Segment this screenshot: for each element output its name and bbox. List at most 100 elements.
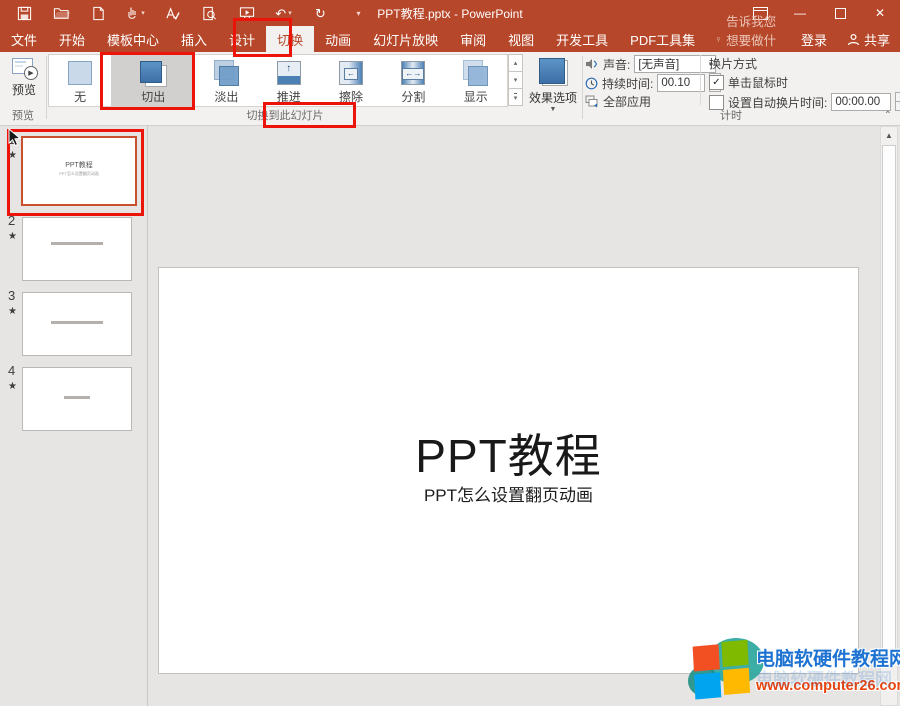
slide-thumbnail-2[interactable] bbox=[22, 217, 132, 281]
effect-options-icon bbox=[537, 57, 569, 87]
slide-number: 2 bbox=[8, 213, 15, 228]
transition-fade[interactable]: 淡出 bbox=[195, 55, 257, 106]
collapse-ribbon-icon[interactable]: ⌃ bbox=[884, 110, 892, 121]
tab-review[interactable]: 审阅 bbox=[449, 26, 497, 52]
transition-reveal-icon bbox=[461, 60, 491, 87]
maximize-icon[interactable] bbox=[820, 0, 860, 26]
gallery-scroll-up-icon[interactable]: ▴ bbox=[508, 54, 523, 72]
slide-number: 1 bbox=[8, 132, 15, 147]
tab-slideshow[interactable]: 幻灯片放映 bbox=[362, 26, 449, 52]
on-mouse-click-label: 单击鼠标时 bbox=[728, 74, 788, 91]
transition-star-icon: ★ bbox=[8, 150, 17, 161]
vertical-scrollbar[interactable]: ▲ bbox=[880, 126, 898, 706]
slide-title[interactable]: PPT教程 bbox=[159, 420, 858, 486]
slide-thumbnail-panel: 1 ★ PPT教程 PPT怎么设置翻页动画 2 ★ 3 ★ 4 ★ bbox=[0, 126, 147, 706]
undo-icon[interactable]: ↶▾ bbox=[265, 1, 302, 25]
transition-push[interactable]: ↑ 推进 bbox=[258, 55, 320, 106]
redo-icon[interactable]: ↻ bbox=[302, 1, 339, 25]
ribbon-tab-row: 文件 开始 模板中心 插入 设计 切换 动画 幻灯片放映 审阅 视图 开发工具 … bbox=[0, 26, 900, 52]
transition-star-icon: ★ bbox=[8, 306, 17, 317]
thumbnail-text-line bbox=[64, 396, 90, 399]
tab-developer[interactable]: 开发工具 bbox=[545, 26, 619, 52]
tab-view[interactable]: 视图 bbox=[497, 26, 545, 52]
person-icon bbox=[847, 33, 860, 46]
save-icon[interactable] bbox=[6, 1, 43, 25]
clock-icon bbox=[585, 77, 598, 90]
timing-group: 声音: [无声音]▾ 持续时间: 00.10 ▲▼ 全部应用 换片方式 ✓ 单击… bbox=[585, 55, 877, 105]
on-mouse-click-checkbox[interactable]: ✓ bbox=[709, 75, 724, 90]
share-button[interactable]: 共享 bbox=[837, 30, 900, 49]
open-icon[interactable] bbox=[43, 1, 80, 25]
spelling-icon[interactable] bbox=[154, 1, 191, 25]
slide-number: 3 bbox=[8, 288, 15, 303]
tab-insert[interactable]: 插入 bbox=[170, 26, 218, 52]
tab-transitions[interactable]: 切换 bbox=[266, 26, 314, 52]
gallery-more-icon[interactable]: ▾ bbox=[508, 88, 523, 106]
dropdown-arrow-icon: ▼ bbox=[550, 106, 557, 113]
watermark-site-name-reflection: 电脑软硬件教程网 bbox=[756, 665, 898, 690]
dropdown-arrow-icon: ▾ bbox=[288, 9, 292, 17]
site-watermark: 电脑软硬件教程网 电脑软硬件教程网 www.computer26.com bbox=[690, 642, 898, 704]
sign-in-button[interactable]: 登录 bbox=[791, 30, 837, 49]
tab-file[interactable]: 文件 bbox=[0, 26, 48, 52]
slide-subtitle[interactable]: PPT怎么设置翻页动画 bbox=[159, 481, 858, 506]
tell-me-box[interactable]: 告诉我您想要做什么... bbox=[706, 26, 791, 52]
duration-input[interactable]: 00.10 bbox=[657, 74, 705, 92]
slide-thumbnail-1[interactable]: PPT教程 PPT怎么设置翻页动画 bbox=[21, 136, 137, 206]
panel-divider[interactable] bbox=[147, 126, 148, 706]
duration-label: 持续时间: bbox=[602, 75, 653, 92]
advance-slide-header: 换片方式 bbox=[709, 55, 757, 72]
transition-split-icon: ←→ bbox=[398, 60, 428, 87]
workspace: 1 ★ PPT教程 PPT怎么设置翻页动画 2 ★ 3 ★ 4 ★ PPT教程 … bbox=[0, 126, 900, 706]
thumbnail-text-line bbox=[51, 321, 103, 324]
windows-logo-icon bbox=[693, 642, 754, 703]
dropdown-arrow-icon: ▾ bbox=[141, 9, 145, 17]
group-label-timing: 计时 bbox=[585, 107, 877, 123]
transition-cut[interactable]: 切出 bbox=[111, 55, 195, 106]
sound-icon bbox=[585, 58, 599, 70]
tab-home[interactable]: 开始 bbox=[48, 26, 96, 52]
group-label-transition: 切换到此幻灯片 bbox=[48, 107, 522, 123]
new-file-icon[interactable] bbox=[80, 1, 117, 25]
transition-star-icon: ★ bbox=[8, 381, 17, 392]
preview-button[interactable]: ▶ 预览 bbox=[2, 54, 46, 104]
tab-pdf-tools[interactable]: PDF工具集 bbox=[619, 26, 706, 52]
transition-reveal[interactable]: 显示 bbox=[445, 55, 507, 106]
slide-thumbnail-3[interactable] bbox=[22, 292, 132, 356]
group-label-preview: 预览 bbox=[0, 107, 46, 123]
tab-design[interactable]: 设计 bbox=[218, 26, 266, 52]
transition-push-icon: ↑ bbox=[274, 60, 304, 87]
customize-qat-icon[interactable]: ▾ bbox=[339, 1, 376, 25]
transition-none[interactable]: 无 bbox=[49, 55, 111, 106]
transition-fade-icon bbox=[211, 60, 241, 87]
sound-select[interactable]: [无声音]▾ bbox=[634, 55, 716, 73]
transition-wipe[interactable]: ← 擦除 bbox=[320, 55, 382, 106]
minimize-icon[interactable]: — bbox=[780, 0, 820, 26]
transition-star-icon: ★ bbox=[8, 231, 17, 242]
tab-template-center[interactable]: 模板中心 bbox=[96, 26, 170, 52]
slide-number: 4 bbox=[8, 363, 15, 378]
slide-thumbnail-4[interactable] bbox=[22, 367, 132, 431]
scrollbar-thumb[interactable] bbox=[882, 145, 896, 661]
preview-icon: ▶ bbox=[12, 58, 36, 78]
gallery-scroll-down-icon[interactable]: ▾ bbox=[508, 71, 523, 89]
sound-label: 声音: bbox=[603, 56, 630, 73]
print-preview-icon[interactable] bbox=[191, 1, 228, 25]
thumbnail-text-line bbox=[51, 242, 103, 245]
start-slideshow-icon[interactable] bbox=[228, 1, 265, 25]
transition-none-icon bbox=[65, 60, 95, 87]
scroll-up-icon[interactable]: ▲ bbox=[881, 127, 897, 143]
lightbulb-icon bbox=[716, 33, 721, 46]
transition-gallery: 无 切出 淡出 ↑ 推进 ← 擦除 ←→ 分割 显示 bbox=[48, 54, 508, 107]
effect-options-button[interactable]: 效果选项 ▼ bbox=[527, 54, 579, 114]
auto-advance-spinner[interactable]: ▲▼ bbox=[895, 93, 900, 111]
tab-animations[interactable]: 动画 bbox=[314, 26, 362, 52]
transition-cut-icon bbox=[138, 60, 168, 87]
transition-wipe-icon: ← bbox=[336, 60, 366, 87]
gallery-scroll: ▴ ▾ ▾ bbox=[508, 54, 523, 105]
slide-canvas[interactable]: PPT教程 PPT怎么设置翻页动画 bbox=[158, 267, 859, 674]
touch-mode-icon[interactable]: ▾ bbox=[117, 1, 154, 25]
close-icon[interactable]: ✕ bbox=[860, 0, 900, 26]
transition-split[interactable]: ←→ 分割 bbox=[382, 55, 444, 106]
quick-access-toolbar: ▾ ↶▾ ↻ ▾ bbox=[6, 1, 376, 25]
